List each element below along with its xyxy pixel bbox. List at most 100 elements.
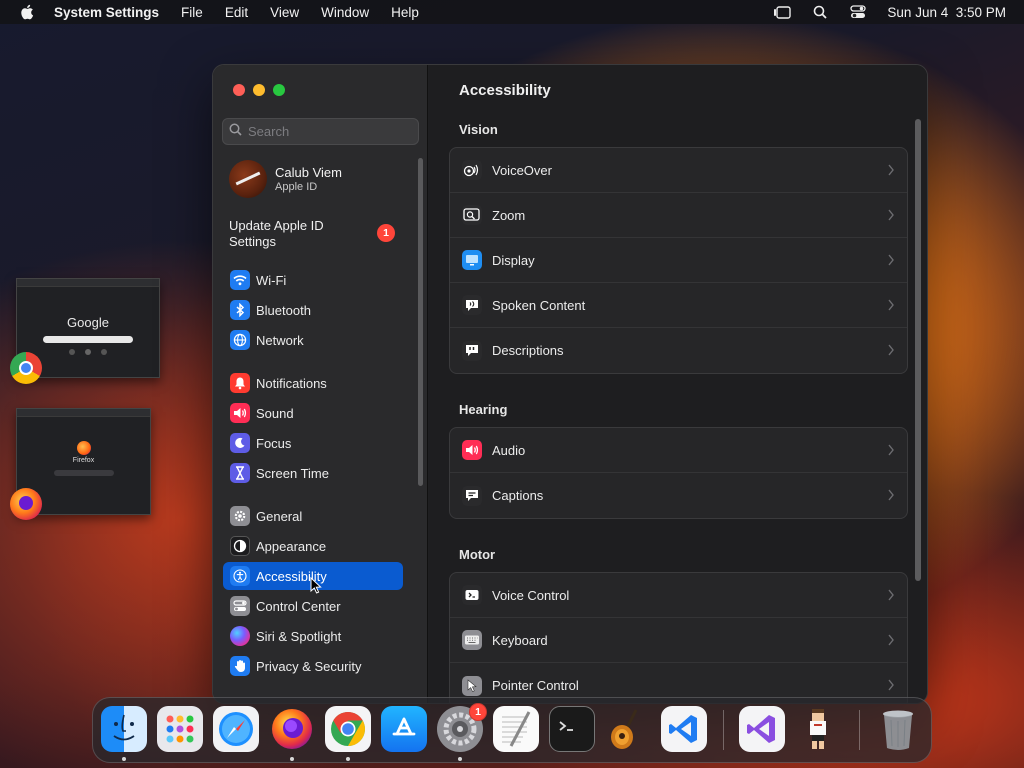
sidebar-item-general[interactable]: General xyxy=(223,502,403,530)
dock-firefox[interactable] xyxy=(269,706,315,752)
motor-group: Voice Control Keyboard Pointer Control xyxy=(449,572,908,703)
sidebar-item-notifications[interactable]: Notifications xyxy=(223,369,403,397)
menu-window[interactable]: Window xyxy=(321,5,369,20)
content-scrollbar[interactable] xyxy=(915,119,921,581)
dock-vscode[interactable] xyxy=(661,706,707,752)
chrome-icon xyxy=(331,712,365,746)
row-voiceover[interactable]: VoiceOver xyxy=(450,148,907,193)
dock-garageband[interactable] xyxy=(605,706,651,752)
minimize-button[interactable] xyxy=(253,84,265,96)
close-button[interactable] xyxy=(233,84,245,96)
pointer-icon xyxy=(462,675,482,696)
row-descriptions[interactable]: Descriptions xyxy=(450,328,907,373)
dock-app-store[interactable] xyxy=(381,706,427,752)
sidebar-item-label: Bluetooth xyxy=(256,302,311,318)
sidebar-item-appearance[interactable]: Appearance xyxy=(223,532,403,560)
running-indicator xyxy=(122,757,126,761)
descriptions-icon xyxy=(462,340,482,361)
sidebar-item-label: Network xyxy=(256,332,304,348)
dock-game[interactable] xyxy=(795,706,841,752)
apple-menu-icon[interactable] xyxy=(18,3,36,21)
control-center-menu-icon[interactable] xyxy=(849,4,867,20)
menu-clock[interactable]: Sun Jun 4 3:50 PM xyxy=(887,5,1006,20)
sidebar-item-label: General xyxy=(256,508,303,524)
sidebar-scrollbar[interactable] xyxy=(418,158,423,486)
voiceover-icon xyxy=(462,160,482,180)
bluetooth-icon xyxy=(230,300,250,320)
moon-icon xyxy=(230,433,250,453)
section-title-vision: Vision xyxy=(459,122,498,137)
row-label: Descriptions xyxy=(492,343,564,358)
dock-visual-studio[interactable] xyxy=(739,706,785,752)
search-input[interactable] xyxy=(248,124,408,139)
dock-launchpad[interactable] xyxy=(157,706,203,752)
display-icon xyxy=(462,250,482,270)
dock-chrome[interactable] xyxy=(325,706,371,752)
dock-safari[interactable] xyxy=(213,706,259,752)
row-zoom[interactable]: Zoom xyxy=(450,193,907,238)
spotlight-search-icon[interactable] xyxy=(811,4,829,20)
menu-help[interactable]: Help xyxy=(391,5,419,20)
update-apple-id-item[interactable]: Update Apple ID Settings 1 xyxy=(229,218,409,250)
dock-trash[interactable] xyxy=(875,706,921,752)
row-captions[interactable]: Captions xyxy=(450,473,907,518)
menu-view[interactable]: View xyxy=(270,5,299,20)
audio-icon xyxy=(462,440,482,460)
running-indicator xyxy=(290,757,294,761)
sidebar-item-label: Appearance xyxy=(256,538,327,554)
stage-manager-icon[interactable] xyxy=(773,4,792,20)
row-audio[interactable]: Audio xyxy=(450,428,907,473)
menu-edit[interactable]: Edit xyxy=(225,5,248,20)
terminal-icon xyxy=(559,721,573,731)
google-shortcuts xyxy=(17,349,159,355)
row-voice-control[interactable]: Voice Control xyxy=(450,573,907,618)
sidebar-item-label: Control Center xyxy=(256,598,341,614)
avatar xyxy=(229,160,267,198)
main-content: Accessibility Vision VoiceOver Zoom Disp… xyxy=(429,65,927,703)
sidebar-item-sound[interactable]: Sound xyxy=(223,399,403,427)
row-label: Spoken Content xyxy=(492,297,586,313)
keyboard-icon xyxy=(462,630,482,650)
dock-terminal[interactable] xyxy=(549,706,595,752)
sidebar-item-screen-time[interactable]: Screen Time xyxy=(223,459,403,487)
app-store-icon xyxy=(392,717,416,736)
menu-file[interactable]: File xyxy=(181,5,203,20)
apple-id-account[interactable]: Calub Viem Apple ID xyxy=(229,160,342,198)
thumbnail-tab-bar xyxy=(17,279,159,287)
sidebar-item-siri-spotlight[interactable]: Siri & Spotlight xyxy=(223,622,403,650)
dock-textedit[interactable] xyxy=(493,706,539,752)
sidebar-item-wifi[interactable]: Wi-Fi xyxy=(223,266,403,294)
sidebar-item-focus[interactable]: Focus xyxy=(223,429,403,457)
running-indicator xyxy=(458,757,462,761)
sidebar-item-bluetooth[interactable]: Bluetooth xyxy=(223,296,403,324)
wifi-icon xyxy=(230,270,250,290)
row-label: Captions xyxy=(492,488,544,503)
textedit-icon xyxy=(502,711,531,747)
firefox-search-box xyxy=(53,470,114,476)
siri-icon xyxy=(230,626,250,646)
gear-icon xyxy=(230,506,250,526)
sidebar-item-control-center[interactable]: Control Center xyxy=(223,592,403,620)
globe-icon xyxy=(230,330,250,350)
search-field[interactable] xyxy=(222,118,419,145)
row-label: Zoom xyxy=(492,207,526,223)
row-label: Keyboard xyxy=(492,632,548,648)
captions-icon xyxy=(462,485,482,506)
sidebar-item-privacy-security[interactable]: Privacy & Security xyxy=(223,652,403,680)
dock-separator xyxy=(859,710,860,750)
finder-icon xyxy=(113,714,135,741)
dock: 1 xyxy=(92,697,932,763)
sidebar-item-network[interactable]: Network xyxy=(223,326,403,354)
zoom-button[interactable] xyxy=(273,84,285,96)
update-apple-id-label: Update Apple ID Settings xyxy=(229,218,324,249)
dock-finder[interactable] xyxy=(101,706,147,752)
menu-app-name[interactable]: System Settings xyxy=(54,5,159,20)
control-center-icon xyxy=(230,596,250,616)
row-display[interactable]: Display xyxy=(450,238,907,283)
chevron-right-icon xyxy=(888,679,894,691)
search-icon xyxy=(229,123,242,141)
appearance-icon xyxy=(230,536,250,556)
row-keyboard[interactable]: Keyboard xyxy=(450,618,907,663)
dock-notification-badge: 1 xyxy=(469,703,487,721)
row-spoken-content[interactable]: Spoken Content xyxy=(450,283,907,328)
